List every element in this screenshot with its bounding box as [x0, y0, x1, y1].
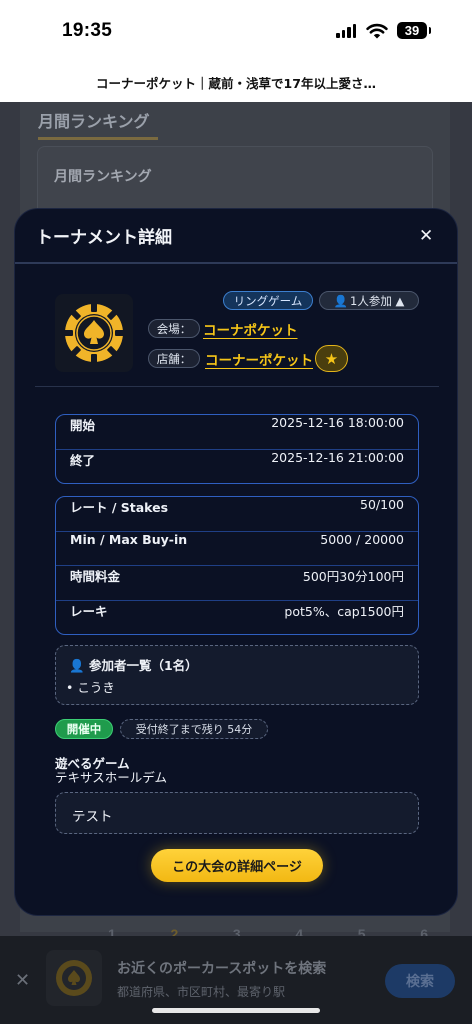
buyin-label: Min / Max Buy-in	[70, 531, 188, 547]
search-prompt-title: お近くのポーカースポットを検索	[117, 961, 327, 977]
close-icon[interactable]: ✕	[15, 970, 30, 991]
table-row: 開始 2025-12-16 18:00:00	[56, 415, 418, 450]
playable-games-value: テキサスホールデム	[55, 770, 168, 785]
participant-count-toggle[interactable]: 👤 1人参加 ▲	[319, 291, 419, 310]
table-row: レーキ pot5%、cap1500円	[56, 601, 418, 635]
participants-header: 👤 参加者一覧（1名）	[69, 655, 198, 674]
remaining-time-badge: 受付終了まで残り 54分	[120, 719, 268, 739]
table-row: 時間料金 500円30分100円	[56, 566, 418, 601]
store-label: 店舗：	[148, 349, 200, 368]
clock: 19:35	[62, 20, 113, 41]
header-divider	[15, 262, 457, 264]
end-value: 2025-12-16 21:00:00	[271, 450, 404, 465]
time-fee-value: 500円30分100円	[302, 569, 404, 584]
store-logo	[55, 294, 133, 372]
poker-chip-icon	[64, 303, 124, 363]
person-icon: 👤	[69, 658, 85, 673]
poker-chip-logo	[46, 950, 102, 1006]
cellular-signal-icon	[336, 24, 356, 38]
status-badge: 開催中	[55, 719, 113, 739]
rake-value: pot5%、cap1500円	[284, 603, 404, 619]
tournament-detail-page-button[interactable]: この大会の詳細ページ	[151, 849, 323, 882]
participants-header-label: 参加者一覧（1名）	[88, 658, 198, 673]
wifi-icon	[366, 23, 388, 39]
participants-box: 👤 参加者一覧（1名） • こうき	[55, 645, 419, 705]
person-icon: 👤	[333, 293, 348, 308]
table-row: レート / Stakes 50/100	[56, 497, 418, 532]
start-label: 開始	[70, 418, 96, 433]
buyin-value: 5000 / 20000	[320, 531, 404, 547]
favorite-star-button[interactable]: ★	[315, 345, 348, 372]
stakes-value: 50/100	[360, 497, 404, 512]
table-row: 終了 2025-12-16 21:00:00	[56, 450, 418, 483]
store-link[interactable]: コーナーポケット	[205, 349, 313, 369]
ranking-card-title: 月間ランキング	[54, 169, 152, 185]
status-bar: 19:35 39	[0, 0, 472, 66]
stakes-label: レート / Stakes	[70, 500, 169, 515]
search-button[interactable]: 検索	[385, 964, 455, 998]
venue-link[interactable]: コーナポケット	[203, 319, 298, 339]
home-indicator	[152, 1008, 320, 1013]
note-text: テスト	[72, 809, 113, 825]
time-fee-label: 時間料金	[70, 569, 121, 584]
schedule-table: 開始 2025-12-16 18:00:00 終了 2025-12-16 21:…	[55, 414, 419, 484]
tournament-detail-modal: トーナメント詳細 ✕ リングゲーム 👤 1人参加 ▲ 会場： コーナポケット 店…	[14, 208, 458, 916]
modal-close-button[interactable]: ✕	[419, 226, 433, 246]
ranking-section-title: 月間ランキング	[38, 112, 150, 131]
battery-indicator: 39	[397, 22, 431, 39]
participant-count-label: 1人参加 ▲	[350, 293, 405, 308]
section-underline	[38, 137, 158, 140]
start-value: 2025-12-16 18:00:00	[271, 415, 404, 430]
browser-title-bar[interactable]: コーナーポケット｜蔵前・浅草で17年以上愛さ…	[0, 66, 472, 102]
game-type-tag: リングゲーム	[223, 291, 313, 310]
rake-label: レーキ	[70, 603, 108, 619]
game-details-table: レート / Stakes 50/100 Min / Max Buy-in 500…	[55, 496, 419, 635]
search-prompt-subtitle: 都道府県、市区町村、最寄り駅	[117, 985, 286, 999]
section-divider	[35, 386, 439, 387]
note-box: テスト	[55, 792, 419, 834]
venue-label: 会場：	[148, 319, 200, 338]
poker-chip-icon	[56, 960, 92, 996]
end-label: 終了	[70, 453, 96, 468]
participant-list-item: • こうき	[66, 680, 115, 695]
table-row: Min / Max Buy-in 5000 / 20000	[56, 531, 418, 566]
modal-title: トーナメント詳細	[36, 228, 172, 248]
